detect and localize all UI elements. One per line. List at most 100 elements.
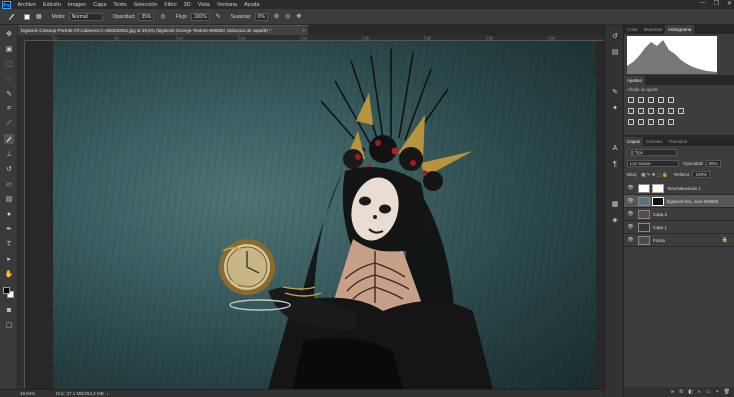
new-adjustment-icon[interactable]: ◐ <box>698 389 701 395</box>
invert-adjust-icon[interactable] <box>628 119 634 125</box>
path-select-tool-icon[interactable]: ▸ <box>4 254 14 264</box>
character-panel-icon[interactable]: A <box>610 143 620 153</box>
tab-capas[interactable]: Capas <box>624 137 644 146</box>
brushes-panel-icon[interactable]: ✦ <box>610 103 620 113</box>
quick-mask-icon[interactable]: ◙ <box>4 305 14 315</box>
pressure-size-icon[interactable]: ◎ <box>285 13 290 20</box>
clone-stamp-tool-icon[interactable]: ⊥ <box>4 149 14 159</box>
dodge-tool-icon[interactable]: ● <box>4 209 14 219</box>
layer-row[interactable]: 👁 Capa 2 <box>624 208 734 221</box>
black-white-adjust-icon[interactable] <box>648 108 654 114</box>
layer-row[interactable]: 👁 Capa 1 <box>624 221 734 234</box>
move-tool-icon[interactable]: ✥ <box>4 29 14 39</box>
document-image[interactable] <box>53 41 596 389</box>
modo-select[interactable]: Normal <box>68 12 103 21</box>
tab-trazados[interactable]: Trazados <box>666 137 691 146</box>
posterize-adjust-icon[interactable] <box>638 119 644 125</box>
menu-seleccion[interactable]: Selección <box>130 2 161 8</box>
blend-mode-select[interactable]: Luz suave <box>627 160 679 167</box>
airbrush-icon[interactable]: ✎ <box>216 13 221 20</box>
visibility-eye-icon[interactable]: 👁 <box>626 237 635 243</box>
maximize-button[interactable]: ❐ <box>714 0 719 7</box>
pressure-opacity-icon[interactable]: ◎ <box>160 13 165 20</box>
hue-saturation-adjust-icon[interactable] <box>628 108 634 114</box>
layer-row[interactable]: 👁 bigstock-Gru...ture-606583 <box>624 195 734 208</box>
layer-mask-thumbnail[interactable] <box>652 196 664 206</box>
threshold-adjust-icon[interactable] <box>648 119 654 125</box>
curves-adjust-icon[interactable] <box>648 97 654 103</box>
brush-preset-icon[interactable] <box>4 11 18 23</box>
close-document-icon[interactable]: × <box>302 26 305 35</box>
paths-panel-icon[interactable]: ◈ <box>610 215 620 225</box>
foreground-color-swatch[interactable] <box>3 287 10 294</box>
vibrance-adjust-icon[interactable] <box>668 97 674 103</box>
suavizar-field[interactable]: 0% <box>254 12 268 21</box>
tab-color[interactable]: Color <box>624 25 641 34</box>
symmetry-icon[interactable]: ✥ <box>296 13 301 20</box>
screen-mode-icon[interactable]: ▢ <box>4 320 14 330</box>
layer-name[interactable]: Capa 2 <box>653 212 734 217</box>
smoothing-gear-icon[interactable]: ⚙ <box>274 13 279 20</box>
brush-settings-icon[interactable]: ▦ <box>36 13 42 20</box>
document-tab[interactable]: bigstock-Closeup-Portrait-Of-Calavera-C-… <box>18 25 308 35</box>
color-balance-adjust-icon[interactable] <box>638 108 644 114</box>
eraser-tool-icon[interactable]: ▱ <box>4 179 14 189</box>
color-swatches[interactable] <box>3 287 15 299</box>
brush-settings-panel-icon[interactable]: ✎ <box>610 87 620 97</box>
lock-icons[interactable]: ▦ ✎ ✥ ⬚ 🔒 <box>641 172 668 178</box>
quick-select-tool-icon[interactable]: ✎ <box>4 89 14 99</box>
eyedropper-tool-icon[interactable]: ⟋ <box>4 119 14 129</box>
selective-color-adjust-icon[interactable] <box>658 119 664 125</box>
exposure-adjust-icon[interactable] <box>658 97 664 103</box>
menu-filtro[interactable]: Filtro <box>161 2 180 8</box>
new-layer-icon[interactable]: + <box>716 389 719 395</box>
type-tool-icon[interactable]: T <box>4 239 14 249</box>
menu-edicion[interactable]: Edición <box>39 2 64 8</box>
tab-canales[interactable]: Canales <box>643 137 666 146</box>
close-button[interactable]: ✕ <box>727 0 732 7</box>
layer-name[interactable]: Fondo <box>653 238 722 243</box>
paragraph-panel-icon[interactable]: ¶ <box>610 159 620 169</box>
layer-name[interactable]: Tono/saturación 1 <box>667 186 734 191</box>
brightness-adjust-icon[interactable] <box>628 97 634 103</box>
menu-capa[interactable]: Capa <box>90 2 110 8</box>
brush-tool-icon[interactable] <box>4 134 14 144</box>
history-panel-icon[interactable]: ↺ <box>610 31 620 41</box>
add-mask-icon[interactable]: ◧ <box>688 389 693 395</box>
vertical-ruler[interactable] <box>18 41 25 389</box>
opacity-field[interactable]: 35% <box>705 160 721 167</box>
menu-vista[interactable]: Vista <box>194 2 213 8</box>
menu-ayuda[interactable]: Ayuda <box>241 2 264 8</box>
minimize-button[interactable]: — <box>700 0 706 7</box>
layer-filter-select[interactable]: Q Tipo <box>627 149 677 156</box>
history-brush-tool-icon[interactable]: ↺ <box>4 164 14 174</box>
opacidad-field[interactable]: 35% <box>138 12 155 21</box>
pen-tool-icon[interactable]: ✒ <box>4 224 14 234</box>
crop-tool-icon[interactable]: ⌗ <box>4 104 14 114</box>
menu-texto[interactable]: Texto <box>110 2 130 8</box>
visibility-eye-icon[interactable]: 👁 <box>626 185 635 191</box>
status-menu-arrow[interactable]: › <box>107 391 109 396</box>
layer-name[interactable]: bigstock-Gru...ture-606583 <box>667 199 734 204</box>
delete-layer-icon[interactable]: 🗑 <box>724 389 730 395</box>
layer-mask-thumbnail[interactable] <box>652 183 664 193</box>
color-lookup-adjust-icon[interactable] <box>678 108 684 114</box>
gradient-tool-icon[interactable]: ▤ <box>4 194 14 204</box>
flujo-field[interactable]: 100% <box>190 12 210 21</box>
visibility-eye-icon[interactable]: 👁 <box>626 224 635 230</box>
levels-adjust-icon[interactable] <box>638 97 644 103</box>
new-group-icon[interactable]: ▭ <box>706 389 711 395</box>
link-layers-icon[interactable]: ∞ <box>671 389 675 395</box>
zoom-level[interactable]: 49,84% <box>20 391 42 396</box>
layer-style-icon[interactable]: fx <box>679 389 683 395</box>
menu-imagen[interactable]: Imagen <box>64 2 89 8</box>
tab-muestras[interactable]: Muestras <box>641 25 666 34</box>
canvas-area[interactable] <box>25 41 604 389</box>
artboard-tool-icon[interactable]: ▣ <box>4 44 14 54</box>
gradient-map-adjust-icon[interactable] <box>668 119 674 125</box>
photo-filter-adjust-icon[interactable] <box>658 108 664 114</box>
menu-ventana[interactable]: Ventana <box>213 2 240 8</box>
menu-3d[interactable]: 3D <box>180 2 194 8</box>
menu-archivo[interactable]: Archivo <box>14 2 39 8</box>
layer-name[interactable]: Capa 1 <box>653 225 734 230</box>
